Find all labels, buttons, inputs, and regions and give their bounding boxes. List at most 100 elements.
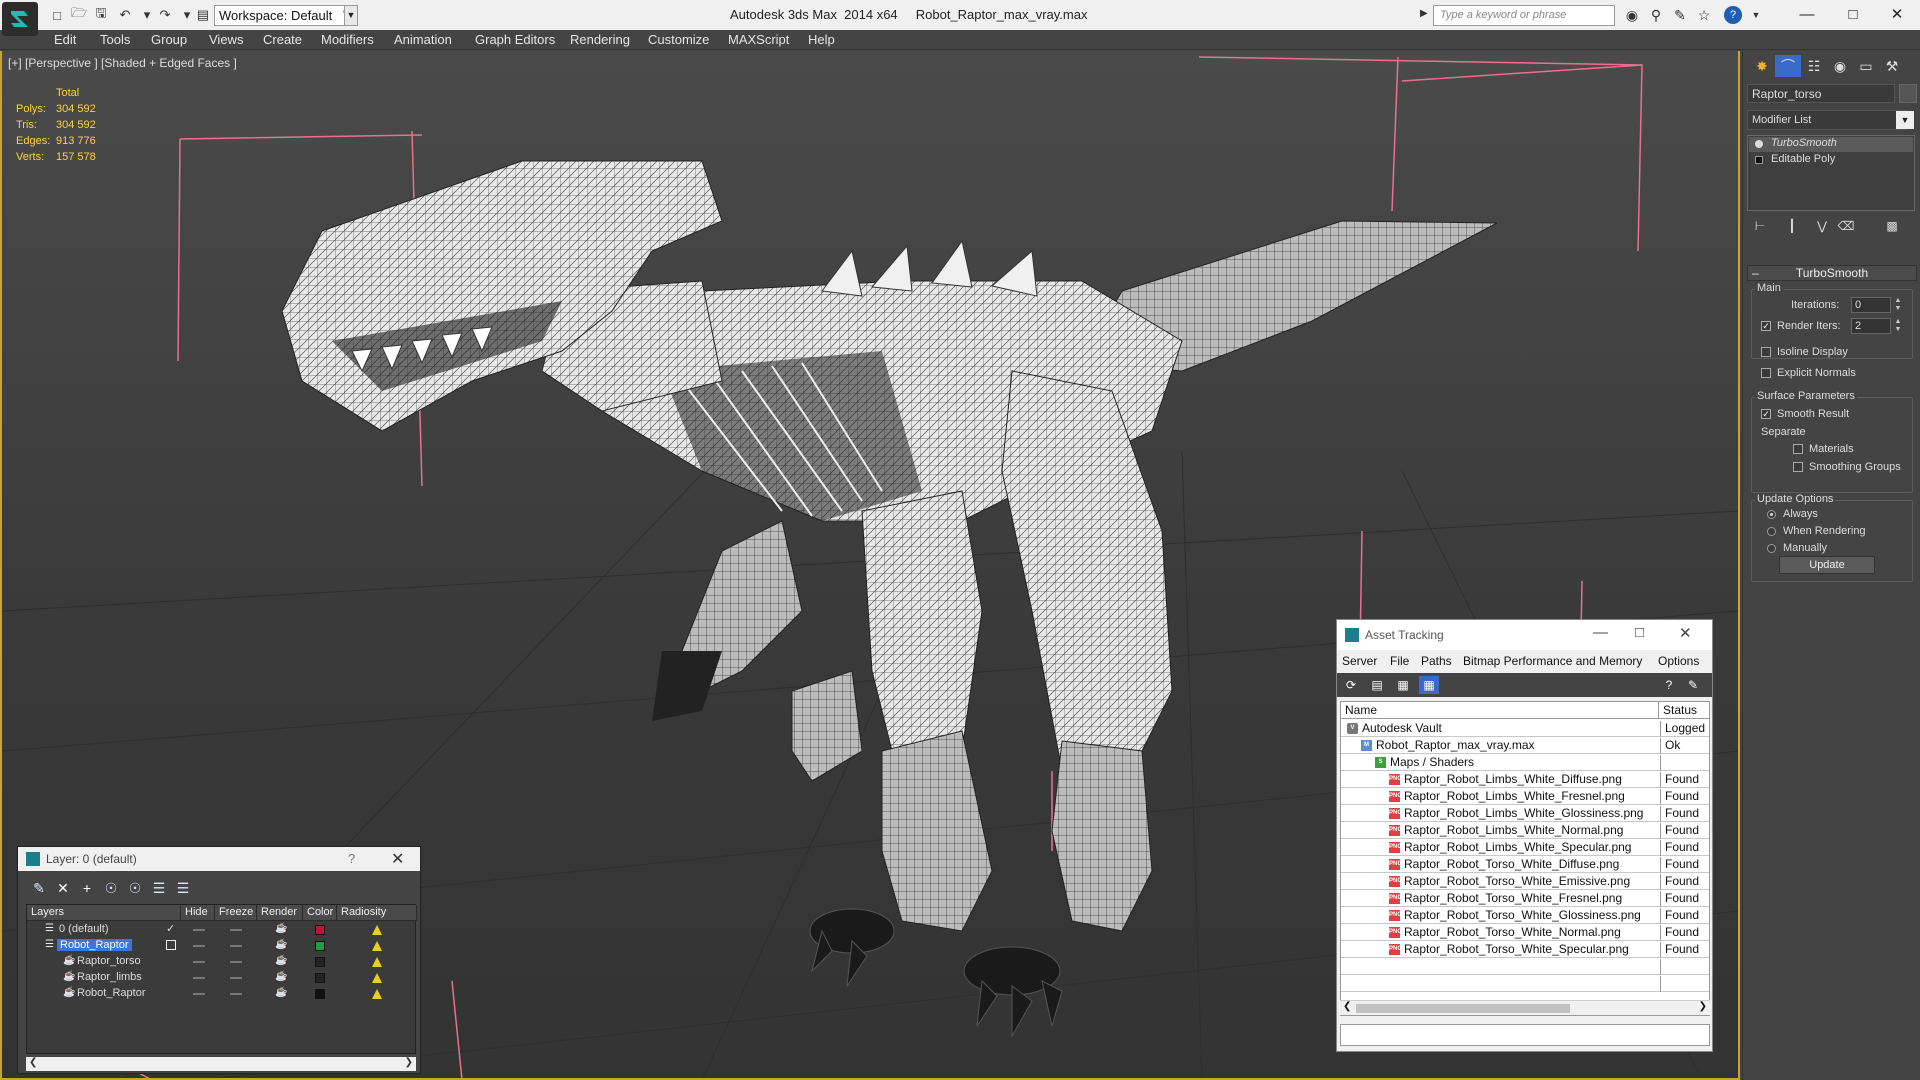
asset-row[interactable]: PNG Raptor_Robot_Limbs_White_Diffuse.png F… xyxy=(1341,771,1709,788)
undo-icon[interactable]: ↶ xyxy=(116,6,134,24)
layer-row[interactable]: ☰ Robot_Raptor ☕ xyxy=(27,938,415,954)
asset-row[interactable]: M Robot_Raptor_max_vray.max Ok xyxy=(1341,737,1709,754)
maximize-button[interactable]: □ xyxy=(1830,0,1876,28)
table-view-icon[interactable]: ▦ xyxy=(1419,676,1439,694)
workspace-select[interactable]: Workspace: Default▼ xyxy=(214,5,354,26)
select-objects-icon[interactable]: ☉ xyxy=(100,878,122,898)
turbosmooth-rollout-header[interactable]: – TurboSmooth xyxy=(1747,265,1917,281)
asset-row[interactable]: PNG Raptor_Robot_Torso_White_Glossiness.p… xyxy=(1341,907,1709,924)
render-teapot-icon[interactable]: ☕ xyxy=(275,940,287,950)
undo-dropdown-icon[interactable]: ▾ xyxy=(138,6,156,24)
expand-box-icon[interactable] xyxy=(1755,156,1763,164)
lightbulb-icon[interactable] xyxy=(1755,140,1763,148)
viewport-label[interactable]: [+] [Perspective ] [Shaded + Edged Faces… xyxy=(8,56,237,70)
freeze-toggle[interactable] xyxy=(230,993,242,995)
menu-rendering[interactable]: Rendering xyxy=(570,32,630,47)
motion-tab-icon[interactable]: ◉ xyxy=(1827,55,1853,77)
radiosity-bulb-icon[interactable] xyxy=(369,939,385,953)
render-iters-spinner[interactable]: 2 xyxy=(1851,318,1891,334)
render-teapot-icon[interactable]: ☕ xyxy=(275,972,287,982)
show-end-result-icon[interactable]: ┃ xyxy=(1783,219,1801,237)
make-unique-icon[interactable]: ⋁ xyxy=(1813,219,1831,237)
column-header-radiosity[interactable]: Radiosity xyxy=(337,905,417,921)
asset-menu-server[interactable]: Server xyxy=(1342,654,1377,668)
configure-sets-icon[interactable]: ▩ xyxy=(1883,219,1901,237)
add-to-layer-icon[interactable]: + xyxy=(76,878,98,898)
layer-color-swatch[interactable] xyxy=(315,925,325,935)
active-layer-check-icon[interactable]: ✓ xyxy=(166,922,175,935)
minimize-icon[interactable]: — xyxy=(1593,624,1608,641)
radiosity-bulb-icon[interactable] xyxy=(369,971,385,985)
layer-row[interactable]: ☕ Raptor_torso ☕ xyxy=(27,954,415,970)
active-layer-box[interactable] xyxy=(166,940,176,950)
project-folder-icon[interactable]: ▤ xyxy=(194,6,212,24)
close-icon[interactable]: ✕ xyxy=(1679,624,1692,642)
maximize-icon[interactable]: □ xyxy=(1635,624,1644,641)
menu-graph-editors[interactable]: Graph Editors xyxy=(475,32,555,47)
pin-stack-icon[interactable]: ⊢ xyxy=(1751,219,1769,237)
quick-access-customize-button[interactable]: ▼ xyxy=(344,5,358,26)
scroll-left-icon[interactable]: ❮ xyxy=(29,1057,37,1068)
always-radio[interactable] xyxy=(1767,510,1776,519)
render-teapot-icon[interactable]: ☕ xyxy=(275,924,287,934)
freeze-toggle[interactable] xyxy=(230,961,242,963)
iterations-spinner[interactable]: 0 xyxy=(1851,297,1891,313)
close-button[interactable]: ✕ xyxy=(1874,0,1920,28)
asset-menu-options[interactable]: Options xyxy=(1658,654,1699,668)
asset-row[interactable]: PNG Raptor_Robot_Torso_White_Fresnel.png F… xyxy=(1341,890,1709,907)
freeze-toggle[interactable] xyxy=(230,945,242,947)
when-rendering-radio[interactable] xyxy=(1767,527,1776,536)
help-dropdown-icon[interactable]: ▼ xyxy=(1746,6,1766,24)
highlight-editor-icon[interactable]: ✎ xyxy=(1683,676,1703,694)
freeze-toggle[interactable] xyxy=(230,977,242,979)
materials-checkbox[interactable] xyxy=(1793,444,1803,454)
render-teapot-icon[interactable]: ☕ xyxy=(275,956,287,966)
scroll-right-icon[interactable]: ❯ xyxy=(405,1057,413,1068)
scroll-right-icon[interactable]: ❯ xyxy=(1699,1001,1707,1012)
binoculars-search-icon[interactable]: ◉ xyxy=(1622,6,1642,24)
asset-row[interactable]: PNG Raptor_Robot_Torso_White_Specular.png… xyxy=(1341,941,1709,958)
help-icon[interactable]: ? xyxy=(1724,6,1742,24)
column-header-render[interactable]: Render xyxy=(257,905,303,921)
highlight-layer-icon[interactable]: ☉ xyxy=(124,878,146,898)
close-icon[interactable]: ✕ xyxy=(391,849,404,869)
layer-row[interactable]: ☕ Robot_Raptor ☕ xyxy=(27,986,415,1002)
help-icon[interactable]: ? xyxy=(348,851,355,866)
freeze-all-layers-icon[interactable]: ☰ xyxy=(172,878,194,898)
create-tab-icon[interactable]: ✸ xyxy=(1749,55,1775,77)
delete-layer-icon[interactable]: ✕ xyxy=(52,878,74,898)
menu-help[interactable]: Help xyxy=(808,32,835,47)
radiosity-bulb-icon[interactable] xyxy=(369,923,385,937)
column-header-color[interactable]: Color xyxy=(303,905,337,921)
create-layer-icon[interactable]: ✎ xyxy=(28,878,50,898)
asset-menu-file[interactable]: File xyxy=(1390,654,1409,668)
new-file-icon[interactable]: □ xyxy=(48,6,66,24)
layer-color-swatch[interactable] xyxy=(315,941,325,951)
asset-row[interactable]: PNG Raptor_Robot_Torso_White_Diffuse.png F… xyxy=(1341,856,1709,873)
display-tab-icon[interactable]: ▭ xyxy=(1853,55,1879,77)
open-file-icon[interactable]: 🗁 xyxy=(70,5,88,24)
update-button[interactable]: Update xyxy=(1779,556,1875,574)
explicit-normals-checkbox[interactable] xyxy=(1761,368,1771,378)
layer-row[interactable]: ☕ Raptor_limbs ☕ xyxy=(27,970,415,986)
render-teapot-icon[interactable]: ☕ xyxy=(275,988,287,998)
render-iters-checkbox[interactable]: ✓ xyxy=(1761,321,1771,331)
asset-row[interactable]: PNG Raptor_Robot_Limbs_White_Specular.png… xyxy=(1341,839,1709,856)
menu-create[interactable]: Create xyxy=(263,32,302,47)
hide-toggle[interactable] xyxy=(193,929,205,931)
radiosity-bulb-icon[interactable] xyxy=(369,987,385,1001)
layer-color-swatch[interactable] xyxy=(315,957,325,967)
menu-maxscript[interactable]: MAXScript xyxy=(728,32,789,47)
object-color-swatch[interactable] xyxy=(1899,84,1917,103)
menu-modifiers[interactable]: Modifiers xyxy=(321,32,374,47)
object-name-field[interactable]: Raptor_torso xyxy=(1747,84,1895,103)
help-icon[interactable]: ? xyxy=(1659,676,1679,694)
spinner-arrows-icon[interactable]: ▲ ▼ xyxy=(1893,318,1903,334)
menu-views[interactable]: Views xyxy=(209,32,243,47)
scroll-thumb[interactable] xyxy=(1356,1004,1570,1013)
minimize-button[interactable]: — xyxy=(1784,0,1830,28)
hide-toggle[interactable] xyxy=(193,961,205,963)
asset-row[interactable]: V Autodesk Vault Logged Out xyxy=(1341,720,1709,737)
communication-center-icon[interactable]: ✎ xyxy=(1670,6,1690,24)
layer-color-swatch[interactable] xyxy=(315,973,325,983)
